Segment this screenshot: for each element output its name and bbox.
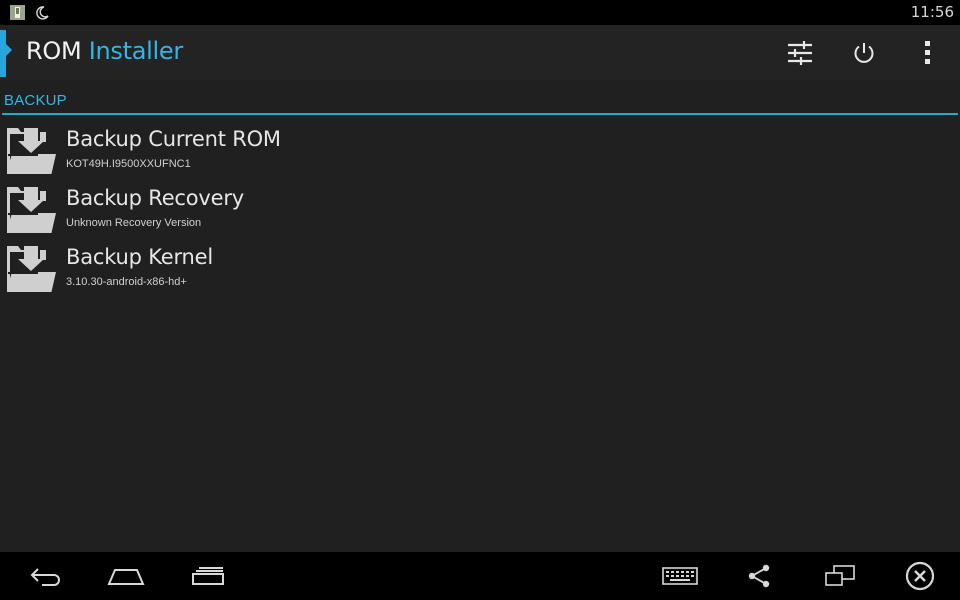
folder-download-icon [7,187,56,233]
list-item-backup-kernel[interactable]: Backup Kernel 3.10.30-android-x86-hd+ [0,238,960,297]
system-nav-bar [0,552,960,600]
screen-switch-icon [825,565,855,586]
list-item-subtitle: 3.10.30-android-x86-hd+ [66,276,187,288]
close-circle-icon [905,561,935,591]
folder-download-icon [7,128,56,174]
list-item-subtitle: Unknown Recovery Version [66,217,202,229]
back-button[interactable] [24,560,68,592]
section-divider [2,113,958,115]
sdcard-notification-icon [10,5,25,20]
back-icon [30,568,60,586]
app-title-rom: ROM [26,37,82,65]
home-icon [107,569,145,585]
backup-list: Backup Current ROM KOT49H.I9500XXUFNC1 B… [0,120,960,297]
overflow-menu-button[interactable] [908,35,948,71]
recents-icon [192,567,224,585]
list-item-backup-recovery[interactable]: Backup Recovery Unknown Recovery Version [0,179,960,238]
settings-sliders-icon [788,41,812,65]
app-up-indicator[interactable] [0,30,12,77]
overflow-menu-icon [925,41,930,64]
app-title: ROM Installer [26,37,183,65]
app-title-installer: Installer [88,37,183,65]
status-bar: 11:56 [0,0,960,25]
list-item-backup-current-rom[interactable]: Backup Current ROM KOT49H.I9500XXUFNC1 [0,120,960,179]
screen-switch-button[interactable] [822,560,858,592]
share-button[interactable] [742,560,776,592]
power-button[interactable] [844,35,884,71]
list-item-subtitle: KOT49H.I9500XXUFNC1 [66,158,191,170]
settings-button[interactable] [780,35,820,71]
recents-button[interactable] [186,560,230,592]
list-item-title: Backup Recovery [66,186,245,210]
close-button[interactable] [902,560,938,592]
power-icon [854,43,874,63]
folder-download-icon [7,246,56,292]
keyboard-button[interactable] [660,560,700,592]
status-clock: 11:56 [910,3,954,21]
keyboard-icon [662,567,698,585]
action-bar: ROM Installer [0,25,960,80]
list-item-title: Backup Kernel [66,245,214,269]
moon-icon [36,6,49,20]
status-bar-notifications [10,5,50,20]
list-item-title: Backup Current ROM [66,127,281,151]
home-button[interactable] [104,560,148,592]
share-icon [748,564,770,588]
section-label: BACKUP [4,92,67,109]
